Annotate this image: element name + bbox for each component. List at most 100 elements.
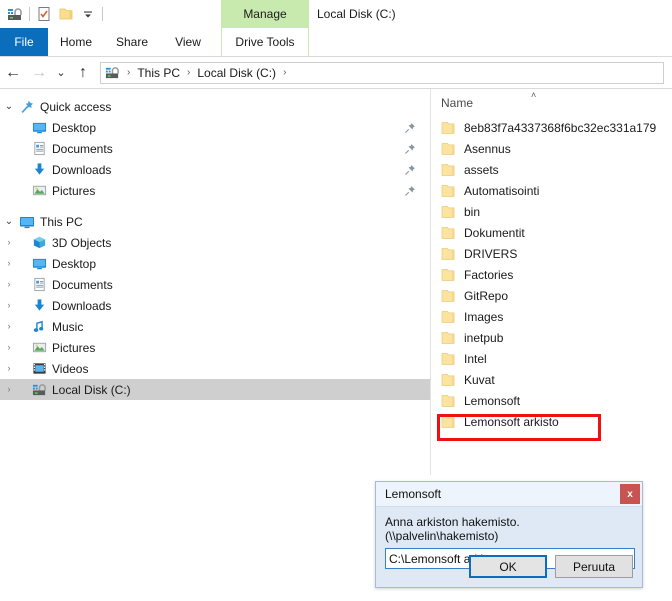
sidebar-item-label: Pictures — [52, 183, 96, 198]
up-arrow-icon[interactable]: ↑ — [70, 60, 96, 86]
table-row[interactable]: DRIVERS — [431, 243, 672, 264]
tab-file[interactable]: File — [0, 28, 48, 56]
forward-arrow-icon[interactable]: → — [26, 60, 52, 86]
file-explorer-window: Manage Local Disk (C:) File Home Share V… — [0, 0, 672, 601]
sidebar-item-label: Pictures — [52, 340, 96, 355]
close-icon-glyph: x — [627, 488, 633, 500]
table-row[interactable]: GitRepo — [431, 285, 672, 306]
column-header-name[interactable]: ˄ Name — [431, 89, 672, 113]
table-row[interactable]: Dokumentit — [431, 222, 672, 243]
chevron-right-icon[interactable]: › — [0, 364, 18, 373]
chevron-right-icon[interactable]: › — [0, 322, 18, 331]
breadcrumb[interactable]: › This PC › Local Disk (C:) › — [100, 61, 664, 84]
breadcrumb-separator-0: › — [127, 67, 131, 78]
table-row[interactable]: Images — [431, 306, 672, 327]
file-name-label: Factories — [464, 267, 514, 282]
table-row[interactable]: Intel — [431, 348, 672, 369]
tab-view[interactable]: View — [160, 28, 216, 56]
sidebar-item-desktop[interactable]: Desktop — [0, 117, 430, 138]
videos-icon — [30, 361, 48, 377]
table-row-lemonsoft-arkisto[interactable]: Lemonsoft arkisto — [431, 411, 672, 432]
folder-icon — [441, 310, 458, 324]
pin-icon[interactable] — [404, 159, 416, 180]
pin-icon[interactable] — [404, 180, 416, 201]
downloads-icon — [30, 298, 48, 314]
sidebar-item-videos[interactable]: › Videos — [0, 358, 430, 379]
chevron-down-icon[interactable]: ⌄ — [0, 101, 18, 112]
sidebar-item-pictures[interactable]: Pictures — [0, 180, 430, 201]
file-name-label: Lemonsoft arkisto — [464, 414, 559, 429]
drive-icon[interactable] — [4, 3, 26, 25]
sidebar-item-music[interactable]: › Music — [0, 316, 430, 337]
dialog-prompt-label: Anna arkiston hakemisto. (\\palvelin\hak… — [385, 515, 520, 543]
ribbon-tabstrip: File Home Share View Drive Tools — [0, 28, 672, 56]
properties-icon[interactable] — [33, 3, 55, 25]
breadcrumb-item-local-disk[interactable]: Local Disk (C:) — [195, 66, 278, 80]
sidebar-item-documents-pc[interactable]: › Documents — [0, 274, 430, 295]
toolbar-divider — [29, 7, 30, 21]
ok-button-label: OK — [499, 559, 517, 574]
sidebar-item-documents[interactable]: Documents — [0, 138, 430, 159]
column-header-label: Name — [441, 96, 474, 110]
folder-icon — [441, 394, 458, 408]
tab-home[interactable]: Home — [48, 28, 104, 56]
sidebar-item-downloads-pc[interactable]: › Downloads — [0, 295, 430, 316]
folder-icon — [441, 331, 458, 345]
file-name-label: Kuvat — [464, 372, 495, 387]
sidebar-item-label: 3D Objects — [52, 235, 112, 250]
sidebar-item-local-disk-c[interactable]: › Local Disk (C:) — [0, 379, 430, 400]
drive-icon — [30, 382, 48, 398]
back-arrow-icon[interactable]: ← — [0, 60, 26, 86]
sidebar-item-3d-objects[interactable]: › 3D Objects — [0, 232, 430, 253]
folder-icon — [441, 268, 458, 282]
sidebar-item-label: Downloads — [52, 298, 112, 313]
ok-button[interactable]: OK — [469, 555, 547, 578]
file-name-label: Lemonsoft — [464, 393, 521, 408]
sidebar-item-desktop-pc[interactable]: › Desktop — [0, 253, 430, 274]
tab-drive-tools-label: Drive Tools — [235, 35, 295, 49]
chevron-right-icon[interactable]: › — [0, 343, 18, 352]
chevron-right-icon[interactable]: › — [0, 385, 18, 394]
breadcrumb-item-this-pc[interactable]: This PC — [135, 66, 182, 80]
cancel-button[interactable]: Peruuta — [555, 555, 633, 578]
sidebar-group-this-pc[interactable]: ⌄ This PC — [0, 211, 430, 232]
new-folder-icon[interactable] — [55, 3, 77, 25]
sidebar-item-pictures-pc[interactable]: › Pictures — [0, 337, 430, 358]
table-row[interactable]: Lemonsoft — [431, 390, 672, 411]
contextual-tab-group-manage[interactable]: Manage — [221, 0, 309, 28]
table-row[interactable]: bin — [431, 201, 672, 222]
sidebar-item-label: Documents — [52, 277, 113, 292]
pin-star-icon — [18, 99, 36, 115]
file-name-label: Dokumentit — [464, 225, 525, 240]
pin-icon[interactable] — [404, 138, 416, 159]
table-row[interactable]: Factories — [431, 264, 672, 285]
table-row[interactable]: assets — [431, 159, 672, 180]
pin-icon[interactable] — [404, 117, 416, 138]
table-row[interactable]: inetpub — [431, 327, 672, 348]
chevron-right-icon[interactable]: › — [0, 238, 18, 247]
tab-drive-tools[interactable]: Drive Tools — [221, 28, 309, 56]
folder-icon — [441, 142, 458, 156]
close-icon[interactable]: x — [620, 484, 640, 504]
tab-share[interactable]: Share — [104, 28, 160, 56]
desktop-icon — [30, 256, 48, 272]
table-row[interactable]: Kuvat — [431, 369, 672, 390]
sidebar-item-downloads[interactable]: Downloads — [0, 159, 430, 180]
pictures-icon — [30, 340, 48, 356]
chevron-right-icon[interactable]: › — [0, 259, 18, 268]
chevron-down-icon[interactable]: ⌄ — [0, 216, 18, 227]
breadcrumb-separator-2: › — [283, 67, 287, 78]
sidebar-group-quick-access[interactable]: ⌄ Quick access — [0, 96, 430, 117]
customize-chevron-icon[interactable] — [77, 3, 99, 25]
table-row[interactable]: Asennus — [431, 138, 672, 159]
tab-home-label: Home — [59, 35, 92, 49]
tab-file-label: File — [14, 35, 34, 49]
cancel-button-label: Peruuta — [572, 559, 616, 574]
chevron-right-icon[interactable]: › — [0, 301, 18, 310]
table-row[interactable]: Automatisointi — [431, 180, 672, 201]
quick-access-toolbar — [0, 3, 106, 25]
chevron-right-icon[interactable]: › — [0, 280, 18, 289]
table-row[interactable]: 8eb83f7a4337368f6bc32ec331a179 — [431, 117, 672, 138]
dialog-title-bar: Lemonsoft x — [376, 482, 642, 507]
chevron-down-icon[interactable]: ⌄ — [52, 60, 70, 86]
